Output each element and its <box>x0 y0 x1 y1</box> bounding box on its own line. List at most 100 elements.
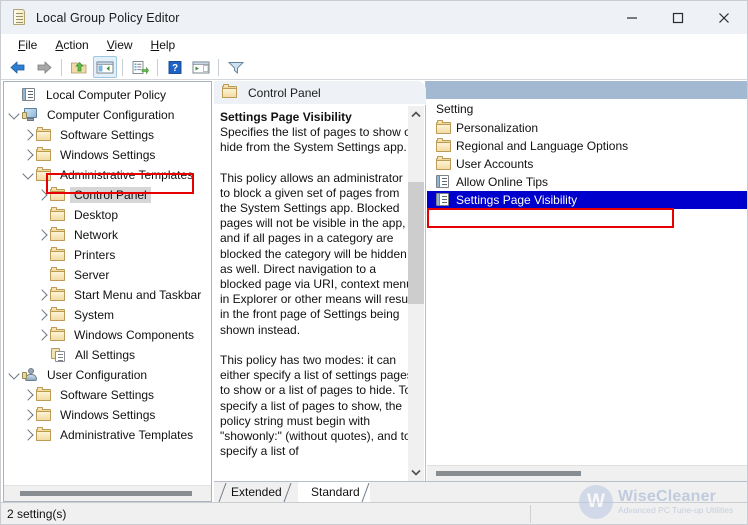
tree-item-software-settings[interactable]: Software Settings <box>4 125 211 145</box>
menu-help[interactable]: Help <box>142 37 185 53</box>
extended-info-vertical-scrollbar[interactable] <box>408 106 424 481</box>
list-item[interactable]: Settings Page Visibility <box>427 191 747 209</box>
list-item-label: Settings Page Visibility <box>456 193 578 207</box>
back-icon[interactable] <box>6 56 30 78</box>
tree-item-user-configuration[interactable]: User Configuration <box>4 365 211 385</box>
menu-action[interactable]: Action <box>46 37 97 53</box>
list-item-label: Personalization <box>456 121 539 135</box>
tree-item-network[interactable]: Network <box>4 225 211 245</box>
settings-hscroll-thumb[interactable] <box>436 471 581 476</box>
console-tree-pane[interactable]: Local Computer Policy Computer Configurat… <box>3 81 212 502</box>
chevron-right-icon[interactable] <box>22 405 36 425</box>
chevron-right-icon[interactable] <box>22 425 36 445</box>
tree-item-desktop[interactable]: Desktop <box>4 205 211 225</box>
scroll-up-arrow-icon[interactable] <box>408 106 424 123</box>
chevron-right-icon[interactable] <box>36 285 50 305</box>
policy-description: Specifies the list of pages to show or h… <box>220 125 415 459</box>
tree-item-label: Printers <box>74 248 116 262</box>
tree-item-label: Windows Settings <box>60 148 156 162</box>
tree-horizontal-scrollbar[interactable] <box>4 485 211 501</box>
tree-item-printers[interactable]: Printers <box>4 245 211 265</box>
extended-info-scroll-thumb[interactable] <box>408 182 424 304</box>
show-hide-action-pane-icon[interactable] <box>189 56 213 78</box>
show-hide-console-tree-icon[interactable] <box>93 56 117 78</box>
folder-icon <box>36 406 52 422</box>
list-item-label: User Accounts <box>456 157 534 171</box>
tree-item-administrative-templates[interactable]: Administrative Templates <box>4 165 211 185</box>
up-one-level-icon[interactable] <box>67 56 91 78</box>
tree-hscroll-thumb[interactable] <box>20 491 192 496</box>
list-item[interactable]: Personalization <box>427 119 747 137</box>
chevron-right-icon[interactable] <box>22 125 36 145</box>
list-item[interactable]: User Accounts <box>427 155 747 173</box>
computer-icon <box>22 108 39 122</box>
tree-item-windows-components[interactable]: Windows Components <box>4 325 211 345</box>
extended-info-pane: Control Panel Settings Page Visibility S… <box>214 81 426 502</box>
tree-item-local-computer-policy[interactable]: Local Computer Policy <box>4 85 211 105</box>
tree-item-label: Network <box>74 228 119 242</box>
toolbar-separator <box>157 58 158 76</box>
chevron-down-icon[interactable] <box>8 365 22 385</box>
folder-icon <box>50 246 66 262</box>
export-list-icon[interactable] <box>128 56 152 78</box>
folder-icon <box>436 119 452 135</box>
filter-icon[interactable] <box>224 56 248 78</box>
minimize-button[interactable] <box>609 1 655 34</box>
tree-item-start-menu-and-taskbar[interactable]: Start Menu and Taskbar <box>4 285 211 305</box>
window-controls <box>609 1 747 34</box>
close-button[interactable] <box>701 1 747 34</box>
help-icon[interactable]: ? <box>163 56 187 78</box>
chevron-down-icon[interactable] <box>8 105 22 125</box>
tab-standard[interactable]: Standard <box>298 482 370 502</box>
menu-view[interactable]: View <box>98 37 142 53</box>
folder-icon <box>50 306 66 322</box>
maximize-button[interactable] <box>655 1 701 34</box>
settings-horizontal-scrollbar[interactable] <box>427 465 747 481</box>
folder-icon <box>50 206 66 222</box>
chevron-down-icon[interactable] <box>22 165 36 185</box>
list-item[interactable]: Regional and Language Options <box>427 137 747 155</box>
tree-item-control-panel[interactable]: Control Panel <box>4 185 211 205</box>
extended-info-header-label: Control Panel <box>248 85 321 100</box>
chevron-right-icon[interactable] <box>36 225 50 245</box>
chevron-right-icon[interactable] <box>22 145 36 165</box>
policy-document-icon <box>11 9 27 26</box>
list-item-label: Regional and Language Options <box>456 139 629 153</box>
chevron-right-icon[interactable] <box>22 385 36 405</box>
console-tree: Local Computer Policy Computer Configurat… <box>4 85 211 485</box>
scroll-down-arrow-icon[interactable] <box>408 464 424 481</box>
window-title: Local Group Policy Editor <box>36 10 180 25</box>
chevron-right-icon[interactable] <box>36 185 50 205</box>
title-bar: Local Group Policy Editor <box>1 1 747 34</box>
policy-document-icon <box>22 88 37 102</box>
tree-item-windows-settings[interactable]: Windows Settings <box>4 145 211 165</box>
tree-item-label: Software Settings <box>60 388 155 402</box>
tree-item-windows-settings[interactable]: Windows Settings <box>4 405 211 425</box>
column-header-setting[interactable]: Setting <box>427 99 747 119</box>
folder-icon <box>50 186 66 202</box>
tree-item-administrative-templates[interactable]: Administrative Templates <box>4 425 211 445</box>
menu-file-rest: ile <box>25 37 38 52</box>
extended-info-header: Control Panel <box>214 81 426 105</box>
folder-icon <box>50 286 66 302</box>
policy-setting-icon <box>436 193 451 207</box>
toolbar: ? <box>1 55 747 80</box>
tree-item-computer-configuration[interactable]: Computer Configuration <box>4 105 211 125</box>
tree-item-all-settings[interactable]: All Settings <box>4 345 211 365</box>
tree-item-server[interactable]: Server <box>4 265 211 285</box>
chevron-right-icon[interactable] <box>36 305 50 325</box>
folder-icon <box>50 266 66 282</box>
tree-item-system[interactable]: System <box>4 305 211 325</box>
tree-item-software-settings[interactable]: Software Settings <box>4 385 211 405</box>
menu-bar: File Action View Help <box>1 34 747 55</box>
chevron-right-icon[interactable] <box>36 325 50 345</box>
menu-file[interactable]: File <box>9 37 46 53</box>
forward-icon[interactable] <box>32 56 56 78</box>
list-item[interactable]: Allow Online Tips <box>427 173 747 191</box>
folder-icon <box>36 126 52 142</box>
settings-list-pane: Setting Personalization Regional and Lang… <box>427 81 747 502</box>
tab-extended[interactable]: Extended <box>218 482 292 502</box>
tree-item-label: User Configuration <box>47 368 148 382</box>
